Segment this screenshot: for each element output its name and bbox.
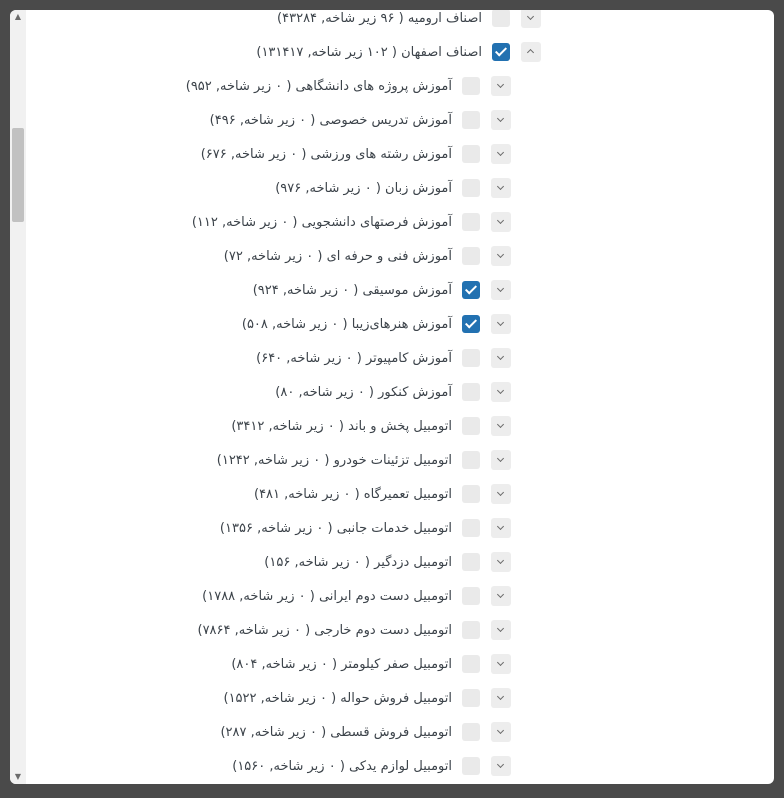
- category-row[interactable]: آموزش هنرهای‌زیبا ( ۰ زیر شاخه, ۵۰۸): [242, 307, 511, 341]
- category-checkbox[interactable]: [462, 145, 480, 163]
- category-row[interactable]: اتومبیل تزئینات خودرو ( ۰ زیر شاخه, ۱۲۴۲…: [217, 443, 511, 477]
- category-row[interactable]: اتومبیل صفر کیلومتر ( ۰ زیر شاخه, ۸۰۴): [231, 647, 511, 681]
- chevron-down-icon[interactable]: [491, 756, 511, 776]
- chevron-down-icon[interactable]: [491, 382, 511, 402]
- category-label: اتومبیل تزئینات خودرو ( ۰ زیر شاخه, ۱۲۴۲…: [216, 452, 452, 468]
- category-row[interactable]: اتومبیل دست دوم ایرانی ( ۰ زیر شاخه, ۱۷۸…: [202, 579, 511, 613]
- category-checkbox[interactable]: [462, 723, 480, 741]
- category-checkbox[interactable]: [462, 349, 480, 367]
- chevron-down-icon[interactable]: [491, 314, 511, 334]
- category-checkbox[interactable]: [462, 553, 480, 571]
- chevron-down-icon[interactable]: [491, 76, 511, 96]
- chevron-down-icon[interactable]: [491, 722, 511, 742]
- category-label: آموزش فنی و حرفه ای ( ۰ زیر شاخه, ۷۲): [223, 248, 452, 264]
- category-checkbox[interactable]: [462, 451, 480, 469]
- category-row[interactable]: آموزش کنکور ( ۰ زیر شاخه, ۸۰): [275, 375, 511, 409]
- category-label: اتومبیل پخش و باند ( ۰ زیر شاخه, ۳۴۱۲): [231, 418, 452, 434]
- category-label: آموزش رشته های ورزشی ( ۰ زیر شاخه, ۶۷۶): [200, 146, 452, 162]
- category-row[interactable]: اتومبیل دزدگیر ( ۰ زیر شاخه, ۱۵۶): [264, 545, 511, 579]
- scroll-up-arrow-icon[interactable]: ▲: [10, 10, 26, 24]
- chevron-down-icon[interactable]: [491, 416, 511, 436]
- category-label: اتومبیل تعمیرگاه ( ۰ زیر شاخه, ۴۸۱): [253, 486, 452, 502]
- chevron-down-icon[interactable]: [491, 348, 511, 368]
- chevron-down-icon[interactable]: [491, 484, 511, 504]
- category-checkbox[interactable]: [462, 689, 480, 707]
- category-row[interactable]: آموزش فنی و حرفه ای ( ۰ زیر شاخه, ۷۲): [224, 239, 511, 273]
- category-label: اتومبیل فروش حواله ( ۰ زیر شاخه, ۱۵۲۲): [223, 690, 453, 706]
- category-row[interactable]: آموزش پروژه های دانشگاهی ( ۰ زیر شاخه, ۹…: [186, 69, 511, 103]
- chevron-down-icon[interactable]: [491, 212, 511, 232]
- category-row[interactable]: اتومبیل فروش حواله ( ۰ زیر شاخه, ۱۵۲۲): [223, 681, 511, 715]
- category-row[interactable]: آموزش رشته های ورزشی ( ۰ زیر شاخه, ۶۷۶): [201, 137, 511, 171]
- category-label: اتومبیل دزدگیر ( ۰ زیر شاخه, ۱۵۶): [264, 554, 452, 570]
- category-label: آموزش هنرهای‌زیبا ( ۰ زیر شاخه, ۵۰۸): [241, 316, 452, 332]
- category-checkbox[interactable]: [462, 77, 480, 95]
- category-row[interactable]: آموزش زبان ( ۰ زیر شاخه, ۹۷۶): [275, 171, 511, 205]
- chevron-down-icon[interactable]: [491, 552, 511, 572]
- category-checkbox[interactable]: [462, 213, 480, 231]
- category-checkbox-checked[interactable]: [492, 43, 510, 61]
- chevron-down-icon[interactable]: [491, 586, 511, 606]
- chevron-down-icon[interactable]: [491, 654, 511, 674]
- category-checkbox[interactable]: [462, 757, 480, 775]
- category-row[interactable]: اتومبیل تعمیرگاه ( ۰ زیر شاخه, ۴۸۱): [254, 477, 511, 511]
- category-label: اتومبیل دست دوم خارجی ( ۰ زیر شاخه, ۷۸۶۴…: [197, 622, 452, 638]
- category-row[interactable]: اتومبیل دست دوم خارجی ( ۰ زیر شاخه, ۷۸۶۴…: [197, 613, 511, 647]
- category-checkbox[interactable]: [492, 10, 510, 27]
- category-label: اتومبیل دست دوم ایرانی ( ۰ زیر شاخه, ۱۷۸…: [202, 588, 452, 604]
- chevron-down-icon[interactable]: [491, 144, 511, 164]
- category-label: اصناف اصفهان ( ۱۰۲ زیر شاخه, ۱۳۱۴۱۷): [256, 44, 482, 60]
- chevron-down-icon[interactable]: [491, 246, 511, 266]
- chevron-down-icon[interactable]: [491, 110, 511, 130]
- category-tree: اصناف ارومیه ( ۹۶ زیر شاخه, ۴۳۲۸۴) اصناف …: [26, 10, 774, 784]
- category-row[interactable]: اتومبیل پخش و باند ( ۰ زیر شاخه, ۳۴۱۲): [231, 409, 511, 443]
- category-checkbox[interactable]: [462, 383, 480, 401]
- category-label: آموزش زبان ( ۰ زیر شاخه, ۹۷۶): [275, 180, 452, 196]
- category-modal: ▲ ▼ اصناف ارومیه ( ۹۶ زیر شاخه, ۴۳۲۸۴) اص…: [10, 10, 774, 784]
- category-checkbox[interactable]: [462, 111, 480, 129]
- chevron-down-icon[interactable]: [491, 280, 511, 300]
- scrollbar-thumb[interactable]: [12, 128, 24, 222]
- chevron-down-icon[interactable]: [491, 688, 511, 708]
- chevron-down-icon[interactable]: [521, 10, 541, 28]
- category-label: اتومبیل لوازم یدکی ( ۰ زیر شاخه, ۱۵۶۰): [232, 758, 452, 774]
- category-label: آموزش پروژه های دانشگاهی ( ۰ زیر شاخه, ۹…: [185, 78, 452, 94]
- category-label: آموزش کامپیوتر ( ۰ زیر شاخه, ۶۴۰): [256, 350, 452, 366]
- category-row[interactable]: اتومبیل فروش قسطی ( ۰ زیر شاخه, ۲۸۷): [220, 715, 511, 749]
- parent-category-row[interactable]: اصناف اصفهان ( ۱۰۲ زیر شاخه, ۱۳۱۴۱۷): [256, 35, 541, 69]
- category-checkbox[interactable]: [462, 485, 480, 503]
- chevron-down-icon[interactable]: [491, 620, 511, 640]
- category-label: اصناف ارومیه ( ۹۶ زیر شاخه, ۴۳۲۸۴): [277, 10, 482, 26]
- category-label: آموزش فرصتهای دانشجویی ( ۰ زیر شاخه, ۱۱۲…: [191, 214, 452, 230]
- category-checkbox[interactable]: [462, 417, 480, 435]
- category-row[interactable]: آموزش فرصتهای دانشجویی ( ۰ زیر شاخه, ۱۱۲…: [192, 205, 511, 239]
- category-checkbox[interactable]: [462, 655, 480, 673]
- category-checkbox[interactable]: [462, 587, 480, 605]
- category-checkbox[interactable]: [462, 519, 480, 537]
- chevron-down-icon[interactable]: [491, 178, 511, 198]
- vertical-scrollbar[interactable]: ▲ ▼: [10, 10, 26, 784]
- category-label: اتومبیل فروش قسطی ( ۰ زیر شاخه, ۲۸۷): [220, 724, 452, 740]
- category-row[interactable]: آموزش کامپیوتر ( ۰ زیر شاخه, ۶۴۰): [256, 341, 511, 375]
- chevron-up-icon[interactable]: [521, 42, 541, 62]
- category-checkbox-checked[interactable]: [462, 281, 480, 299]
- category-row[interactable]: اتومبیل لوازم یدکی ( ۰ زیر شاخه, ۱۵۶۰): [232, 749, 511, 783]
- category-row[interactable]: آموزش موسیقی ( ۰ زیر شاخه, ۹۲۴): [253, 273, 511, 307]
- scroll-down-arrow-icon[interactable]: ▼: [10, 770, 26, 784]
- category-checkbox[interactable]: [462, 621, 480, 639]
- category-checkbox[interactable]: [462, 247, 480, 265]
- category-row[interactable]: آموزش تدریس خصوصی ( ۰ زیر شاخه, ۴۹۶): [210, 103, 511, 137]
- category-row[interactable]: اتومبیل خدمات جانبی ( ۰ زیر شاخه, ۱۳۵۶): [220, 511, 511, 545]
- chevron-down-icon[interactable]: [491, 450, 511, 470]
- category-label: آموزش تدریس خصوصی ( ۰ زیر شاخه, ۴۹۶): [209, 112, 452, 128]
- category-label: آموزش موسیقی ( ۰ زیر شاخه, ۹۲۴): [252, 282, 452, 298]
- category-checkbox-checked[interactable]: [462, 315, 480, 333]
- category-label: آموزش کنکور ( ۰ زیر شاخه, ۸۰): [275, 384, 452, 400]
- category-checkbox[interactable]: [462, 179, 480, 197]
- category-label: اتومبیل صفر کیلومتر ( ۰ زیر شاخه, ۸۰۴): [231, 656, 452, 672]
- chevron-down-icon[interactable]: [491, 518, 511, 538]
- category-label: اتومبیل خدمات جانبی ( ۰ زیر شاخه, ۱۳۵۶): [219, 520, 452, 536]
- parent-category-row[interactable]: اصناف ارومیه ( ۹۶ زیر شاخه, ۴۳۲۸۴): [277, 10, 541, 35]
